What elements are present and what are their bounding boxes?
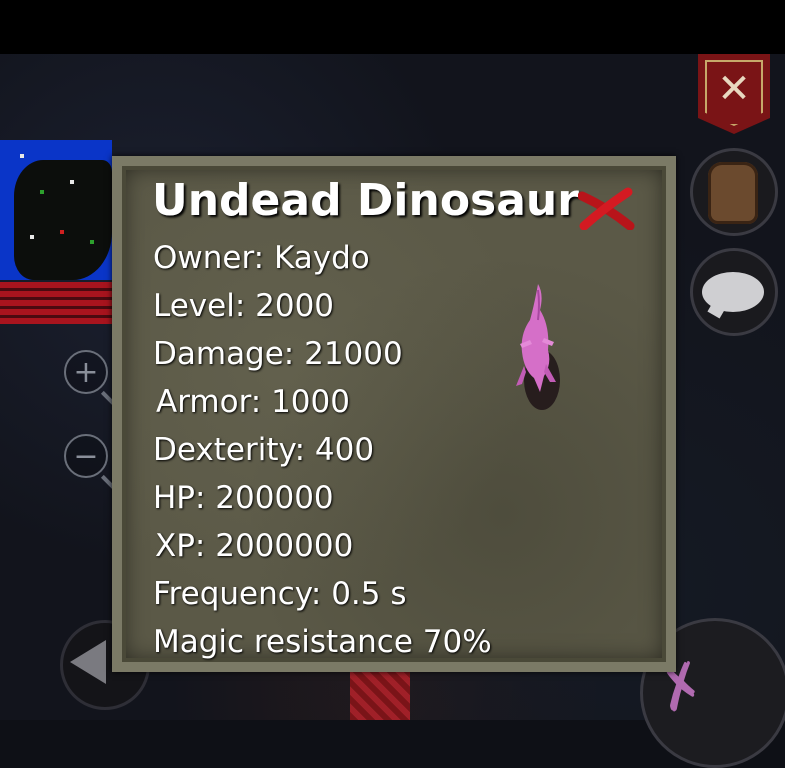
close-icon[interactable] <box>578 186 638 230</box>
stat-frequency: Frequency: 0.5 s <box>153 576 407 612</box>
undead-dinosaur-sprite <box>516 284 560 410</box>
minimap-marker <box>30 235 34 239</box>
minimap-marker <box>60 230 64 234</box>
minimap-marker <box>20 154 24 158</box>
back-arrow-icon <box>70 640 106 684</box>
minimap-marker <box>90 240 94 244</box>
backpack-icon <box>708 162 758 224</box>
stat-hp: HP: 200000 <box>153 480 334 516</box>
stat-dexterity: Dexterity: 400 <box>153 432 375 468</box>
minimap[interactable] <box>0 140 112 280</box>
top-status-bar <box>0 0 785 54</box>
minimap-marker <box>70 180 74 184</box>
stat-owner: Owner: Kaydo <box>153 240 370 276</box>
creature-name-title: Undead Dinosaur <box>152 175 579 226</box>
minimap-land <box>14 160 112 280</box>
building-roof <box>350 668 410 720</box>
zoom-in-icon[interactable]: + <box>64 350 108 394</box>
crossed-swords-banner-icon: ✕ <box>717 66 751 112</box>
stat-magic-resistance: Magic resistance 70% <box>153 624 492 660</box>
stat-xp: XP: 2000000 <box>155 528 354 564</box>
minimap-marker <box>40 190 44 194</box>
zoom-out-icon[interactable]: − <box>64 434 108 478</box>
minimap-border-stripes <box>0 282 112 324</box>
